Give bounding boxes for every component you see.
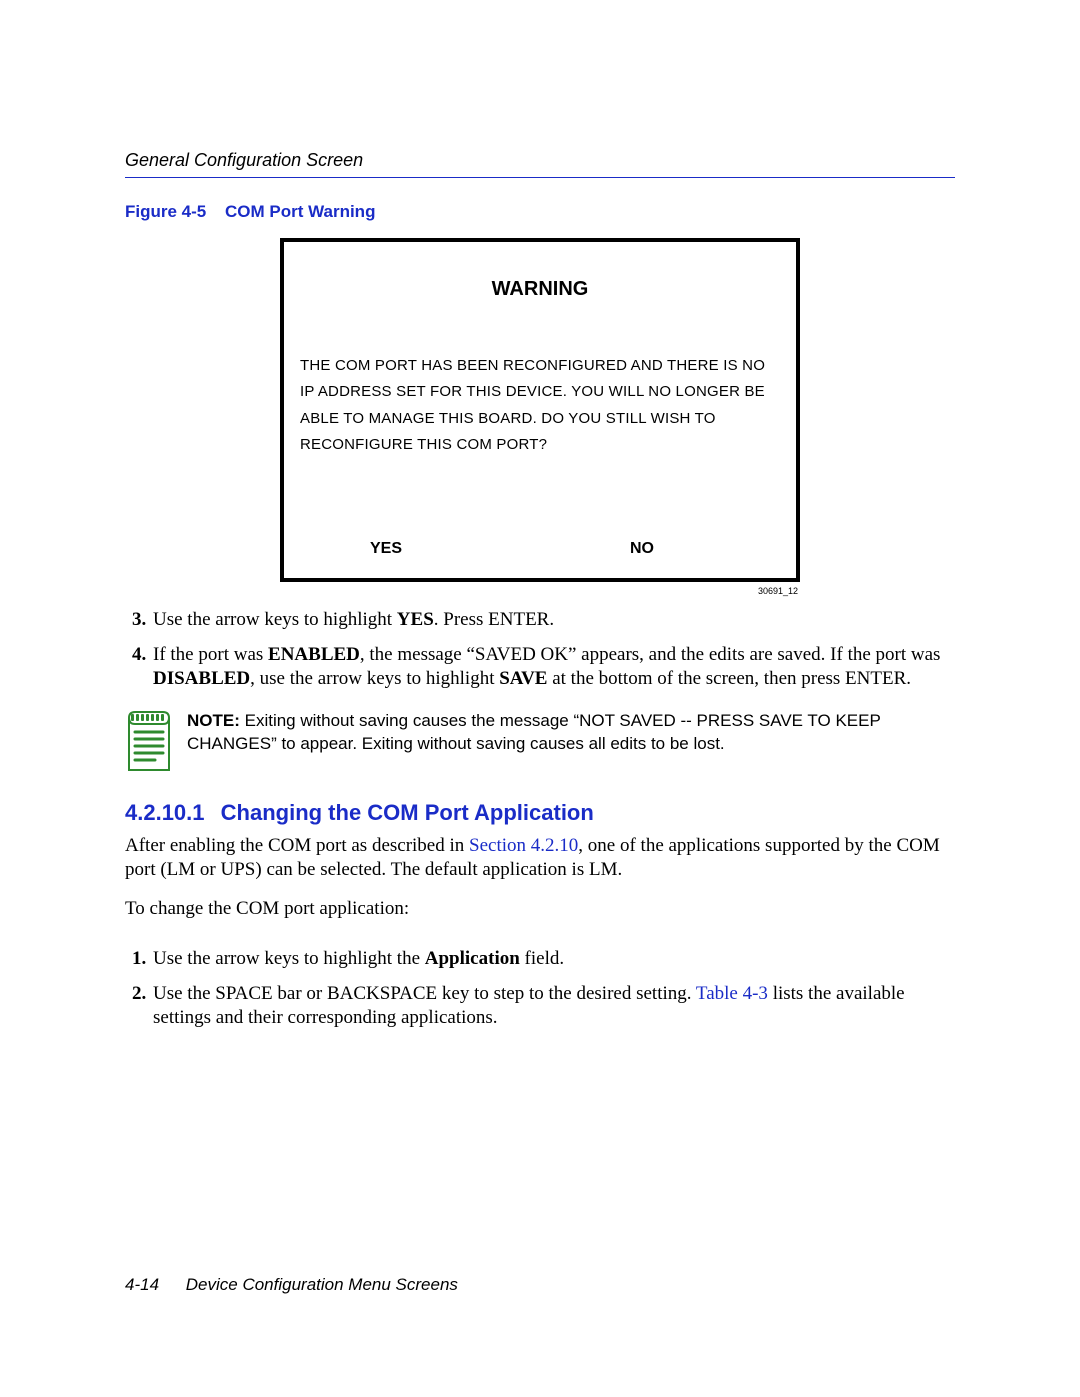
step-4-d: DISABLED (153, 668, 250, 689)
step-list-a: Use the arrow keys to highlight YES. Pre… (125, 608, 955, 692)
figure-label: Figure 4-5 (125, 202, 206, 221)
step-4-e: , use the arrow keys to highlight (250, 668, 499, 689)
screen-warning-title: WARNING (300, 278, 780, 301)
screen-button-row: YES NO (300, 540, 780, 564)
terminal-screen: WARNING THE COM PORT HAS BEEN RECONFIGUR… (280, 238, 800, 582)
page: General Configuration Screen Figure 4-5 … (0, 0, 1080, 1397)
paragraph-2: To change the COM port application: (125, 897, 955, 921)
step-3-text-a: Use the arrow keys to highlight (153, 609, 397, 630)
page-footer: 4-14 Device Configuration Menu Screens (125, 1275, 458, 1295)
paragraph-1: After enabling the COM port as described… (125, 834, 955, 883)
step-3-bold: YES (397, 609, 434, 630)
step-4-b: ENABLED (268, 644, 360, 665)
header-rule (125, 177, 955, 178)
b1-a: Use the arrow keys to highlight the (153, 948, 425, 969)
step-b2: Use the SPACE bar or BACKSPACE key to st… (151, 982, 955, 1031)
no-option: NO (540, 540, 780, 558)
step-b1: Use the arrow keys to highlight the Appl… (151, 947, 955, 972)
step-4: If the port was ENABLED, the message “SA… (151, 643, 955, 692)
step-4-a: If the port was (153, 644, 268, 665)
step-4-c: , the message “SAVED OK” appears, and th… (360, 644, 941, 665)
figure-title: COM Port Warning (225, 202, 375, 221)
screen-warning-body: THE COM PORT HAS BEEN RECONFIGURED AND T… (300, 353, 780, 458)
figure-screen-wrap: WARNING THE COM PORT HAS BEEN RECONFIGUR… (280, 238, 800, 582)
step-3: Use the arrow keys to highlight YES. Pre… (151, 608, 955, 633)
figure-caption: Figure 4-5 COM Port Warning (125, 202, 955, 222)
note-text: NOTE: Exiting without saving causes the … (187, 710, 955, 756)
step-list-b: Use the arrow keys to highlight the Appl… (125, 947, 955, 1031)
page-number: 4-14 (125, 1275, 159, 1294)
b1-c: field. (520, 948, 564, 969)
running-head: General Configuration Screen (125, 150, 955, 171)
yes-option: YES (300, 540, 540, 558)
note-block: NOTE: Exiting without saving causes the … (125, 710, 955, 772)
note-icon (125, 710, 173, 772)
step-3-text-b: . Press ENTER. (434, 609, 554, 630)
section-xref[interactable]: Section 4.2.10 (469, 835, 578, 856)
b1-b: Application (425, 948, 520, 969)
table-xref[interactable]: Table 4-3 (696, 983, 768, 1004)
section-number: 4.2.10.1 (125, 800, 205, 825)
figure-id: 30691_12 (758, 586, 798, 596)
step-4-f: SAVE (499, 668, 547, 689)
b2-a: Use the SPACE bar or BACKSPACE key to st… (153, 983, 696, 1004)
note-lead: NOTE: (187, 711, 240, 730)
footer-chapter: Device Configuration Menu Screens (186, 1275, 458, 1294)
para1-a: After enabling the COM port as described… (125, 835, 469, 856)
section-title: Changing the COM Port Application (221, 800, 594, 825)
note-body: Exiting without saving causes the messag… (187, 711, 881, 753)
section-heading: 4.2.10.1 Changing the COM Port Applicati… (125, 800, 955, 826)
step-4-g: at the bottom of the screen, then press … (547, 668, 911, 689)
